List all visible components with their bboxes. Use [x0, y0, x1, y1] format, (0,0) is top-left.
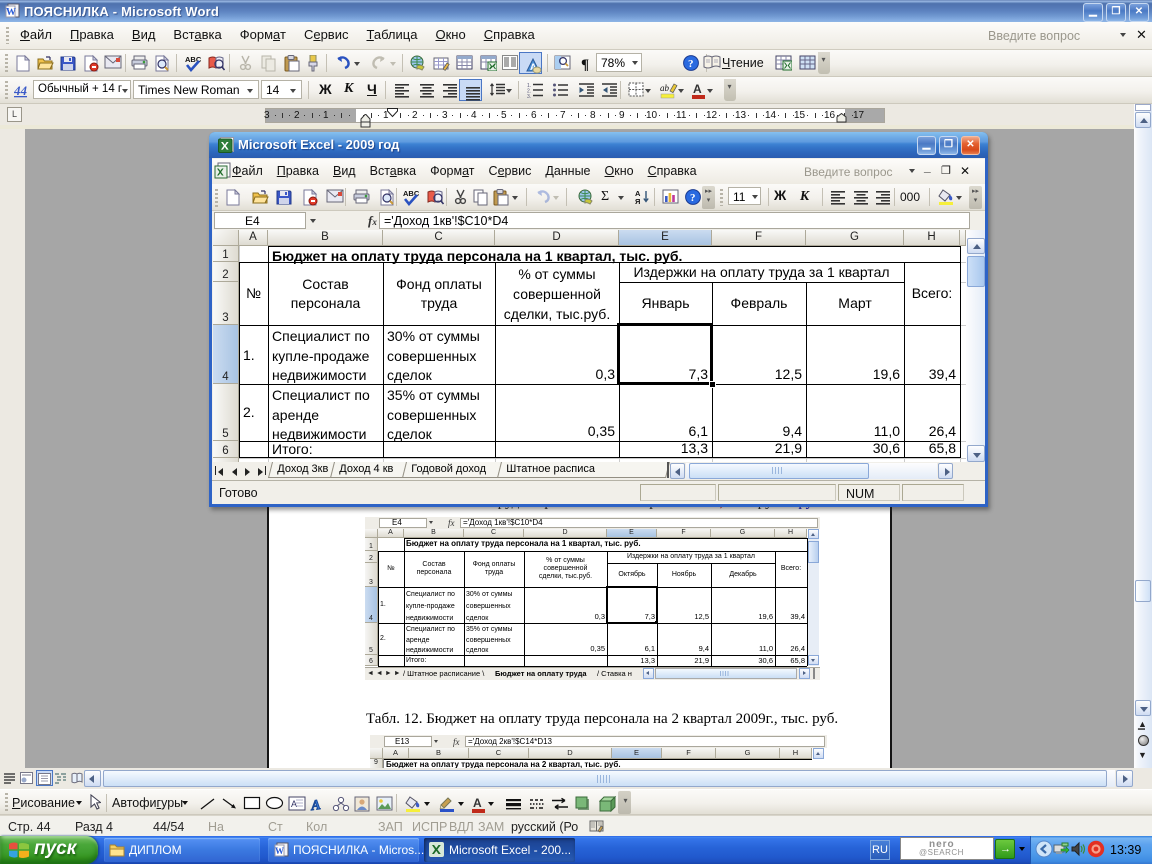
svg-text:3.: 3.: [527, 94, 531, 98]
svg-text:W: W: [6, 7, 16, 18]
svg-text:¶: ¶: [581, 57, 589, 71]
svg-text:ab: ab: [660, 83, 670, 93]
svg-text:A: A: [291, 799, 297, 809]
svg-text:?: ?: [690, 192, 696, 204]
svg-text:ABC: ABC: [185, 55, 202, 64]
svg-text:W: W: [275, 846, 284, 856]
svg-text:Σ: Σ: [601, 189, 609, 203]
svg-text:44: 44: [14, 83, 28, 98]
svg-text:А: А: [693, 82, 702, 96]
svg-text:А: А: [473, 796, 482, 810]
svg-text:Я: Я: [635, 197, 640, 205]
svg-text:A: A: [310, 798, 322, 812]
svg-text:?: ?: [688, 58, 694, 70]
svg-text:ABC: ABC: [403, 189, 420, 198]
